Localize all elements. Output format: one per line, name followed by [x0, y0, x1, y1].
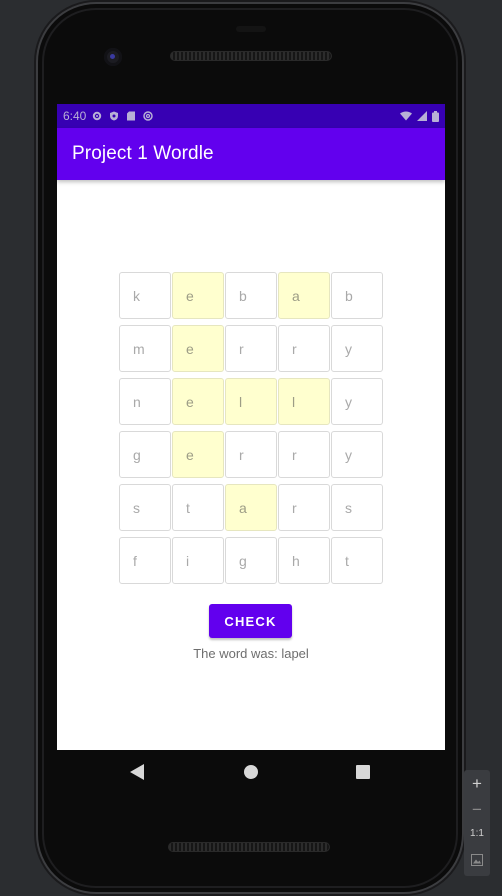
recents-icon[interactable] [356, 765, 370, 779]
battery-icon [432, 110, 439, 122]
status-time: 6:40 [63, 109, 87, 123]
letter-cell[interactable]: l [278, 378, 330, 425]
letter-cell[interactable]: g [119, 431, 171, 478]
grid-row: kebab [119, 272, 384, 325]
letter-cell[interactable]: k [119, 272, 171, 319]
letter-cell[interactable]: s [331, 484, 383, 531]
letter-cell[interactable]: g [225, 537, 277, 584]
app-bar: Project 1 Wordle [57, 128, 445, 180]
settings-icon [93, 111, 102, 121]
earpiece-speaker [170, 51, 332, 61]
letter-cell[interactable]: f [119, 537, 171, 584]
sd-card-icon [127, 111, 136, 121]
check-button[interactable]: CHECK [209, 604, 292, 638]
grid-row: gerry [119, 431, 384, 484]
letter-cell[interactable]: y [331, 325, 383, 372]
letter-cell[interactable]: h [278, 537, 330, 584]
device-screen: 6:40 Project 1 Wordle k e b a b m e r r … [57, 104, 445, 750]
letter-cell[interactable]: s [119, 484, 171, 531]
home-icon[interactable] [244, 765, 258, 779]
letter-cell[interactable]: a [225, 484, 277, 531]
status-bar: 6:40 [57, 104, 445, 128]
letter-grid: kebabmerrynellygerrystarsfight [119, 272, 384, 590]
volume-button[interactable] [462, 370, 466, 490]
letter-cell[interactable]: l [225, 378, 277, 425]
letter-cell[interactable]: i [172, 537, 224, 584]
wifi-icon [400, 111, 412, 121]
front-camera-icon [104, 48, 122, 66]
letter-cell[interactable]: r [278, 484, 330, 531]
result-message: The word was: lapel [193, 646, 309, 661]
letter-cell[interactable]: e [172, 431, 224, 478]
power-button[interactable] [462, 236, 466, 296]
zoom-one-to-one-button[interactable]: 1:1 [464, 828, 490, 839]
proximity-sensor [236, 26, 266, 32]
emulator-zoom-panel: + − 1:1 [464, 770, 490, 876]
letter-cell[interactable]: y [331, 431, 383, 478]
letter-cell[interactable]: e [172, 325, 224, 372]
grid-row: merry [119, 325, 384, 378]
letter-cell[interactable]: m [119, 325, 171, 372]
letter-cell[interactable]: t [331, 537, 383, 584]
status-right-icons [400, 110, 439, 122]
letter-cell[interactable]: r [278, 325, 330, 372]
shield-icon [110, 111, 119, 121]
signal-icon [417, 111, 427, 121]
letter-cell[interactable]: r [225, 325, 277, 372]
letter-cell[interactable]: b [225, 272, 277, 319]
letter-cell[interactable]: r [278, 431, 330, 478]
letter-cell[interactable]: a [278, 272, 330, 319]
grid-row: fight [119, 537, 384, 590]
letter-cell[interactable]: y [331, 378, 383, 425]
letter-cell[interactable]: b [331, 272, 383, 319]
letter-cell[interactable]: r [225, 431, 277, 478]
screenshot-icon[interactable] [471, 854, 483, 866]
grid-row: stars [119, 484, 384, 537]
back-icon[interactable] [130, 764, 144, 780]
zoom-in-button[interactable]: + [464, 774, 490, 794]
at-icon [143, 111, 154, 121]
letter-cell[interactable]: e [172, 272, 224, 319]
letter-cell[interactable]: t [172, 484, 224, 531]
zoom-out-button[interactable]: − [464, 800, 490, 820]
grid-row: nelly [119, 378, 384, 431]
app-title: Project 1 Wordle [72, 143, 214, 164]
letter-cell[interactable]: n [119, 378, 171, 425]
letter-cell[interactable]: e [172, 378, 224, 425]
bottom-speaker [168, 842, 330, 852]
